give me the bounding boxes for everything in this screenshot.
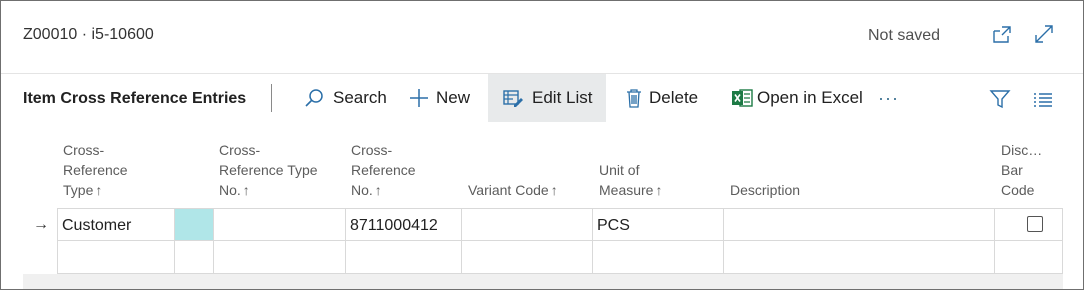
column-header-line: Measure — [599, 182, 654, 198]
column-header-line: No. — [219, 182, 241, 198]
column-header-line: Cross- — [63, 142, 105, 158]
column-header-discontinue-bar-code[interactable]: Disc… Bar Code — [1001, 140, 1042, 200]
open-in-excel-label: Open in Excel — [757, 88, 863, 107]
table-row[interactable]: → Customer 8711000412 PCS — [23, 208, 1063, 241]
current-row-arrow-icon: → — [33, 216, 49, 233]
cell-discontinue-bar-code[interactable] — [995, 241, 1063, 274]
popout-icon[interactable] — [991, 23, 1013, 45]
search-label: Search — [333, 88, 387, 107]
list-view-icon[interactable] — [1032, 88, 1054, 110]
open-in-excel-button[interactable]: Open in Excel — [731, 74, 863, 122]
filter-icon[interactable] — [989, 88, 1011, 110]
column-header-line: No. — [351, 182, 373, 198]
delete-label: Delete — [649, 88, 699, 107]
edit-list-label: Edit List — [532, 88, 593, 107]
column-header-line: Unit of — [599, 162, 640, 178]
cell-variant-code[interactable] — [462, 241, 593, 274]
cell-cross-reference-type-no[interactable] — [214, 208, 346, 241]
column-header-cross-reference-no[interactable]: Cross- Reference No. ↑ — [351, 140, 416, 200]
edit-list-button[interactable]: Edit List — [488, 74, 606, 122]
trash-icon — [627, 89, 641, 108]
column-header-line: Variant Code — [468, 182, 549, 198]
edit-list-icon — [503, 90, 523, 107]
delete-button[interactable]: Delete — [625, 74, 698, 122]
new-button[interactable]: New — [408, 74, 470, 122]
column-header-cross-reference-type[interactable]: Cross- Reference Type ↑ — [63, 140, 128, 200]
grid-header: Cross- Reference Type ↑ Cross- Reference … — [23, 123, 1063, 208]
action-bar: Item Cross Reference Entries Search New … — [1, 73, 1083, 122]
page-title: Z00010 · i5-10600 — [23, 26, 154, 43]
more-options-button[interactable]: ··· — [878, 88, 899, 109]
sort-ascending-icon: ↑ — [550, 182, 558, 198]
cell-variant-code[interactable] — [462, 208, 593, 241]
list-title: Item Cross Reference Entries — [23, 90, 247, 107]
sort-ascending-icon: ↑ — [374, 182, 382, 198]
new-label: New — [436, 88, 471, 107]
save-status: Not saved — [868, 27, 941, 44]
cell-selection-marker[interactable] — [175, 208, 214, 241]
discontinue-bar-code-checkbox[interactable] — [1027, 216, 1043, 232]
column-header-line: Reference — [351, 162, 416, 178]
cell-cross-reference-type-no[interactable] — [214, 241, 346, 274]
cell-description[interactable] — [724, 208, 995, 241]
cell-unit-of-measure[interactable]: PCS — [593, 208, 724, 241]
cell-description[interactable] — [724, 241, 995, 274]
cell-cross-reference-type[interactable] — [57, 241, 175, 274]
column-header-line: Code — [1001, 182, 1035, 198]
cell-cross-reference-no[interactable]: 8711000412 — [346, 208, 462, 241]
column-header-line: Description — [730, 182, 801, 198]
entries-grid: Cross- Reference Type ↑ Cross- Reference … — [23, 123, 1063, 289]
column-header-cross-reference-type-no[interactable]: Cross- Reference Type No. ↑ — [219, 140, 318, 200]
cell-cross-reference-no[interactable] — [346, 241, 462, 274]
expand-icon[interactable] — [1033, 23, 1055, 45]
column-header-line: Disc… — [1001, 142, 1043, 158]
column-header-line: Cross- — [351, 142, 393, 158]
column-header-description[interactable]: Description — [730, 180, 800, 200]
column-header-line: Cross- — [219, 142, 261, 158]
cell-unit-of-measure[interactable] — [593, 241, 724, 274]
cell-selection-marker[interactable] — [175, 241, 214, 274]
search-button[interactable]: Search — [303, 74, 387, 122]
cell-cross-reference-type[interactable]: Customer — [57, 208, 175, 241]
page-frame: Z00010 · i5-10600 Not saved Item Cross R… — [0, 0, 1084, 290]
column-header-line: Reference Type — [219, 162, 318, 178]
search-icon — [305, 89, 323, 107]
column-header-line: Bar — [1001, 162, 1023, 178]
sort-ascending-icon: ↑ — [655, 182, 663, 198]
table-row[interactable] — [23, 241, 1063, 274]
action-bar-divider — [271, 84, 272, 112]
sort-ascending-icon: ↑ — [95, 182, 103, 198]
excel-icon — [732, 89, 753, 107]
column-header-unit-of-measure[interactable]: Unit of Measure ↑ — [599, 160, 662, 200]
column-header-variant-code[interactable]: Variant Code ↑ — [468, 180, 558, 200]
sort-ascending-icon: ↑ — [242, 182, 250, 198]
plus-icon — [410, 89, 428, 107]
column-header-line: Reference — [63, 162, 128, 178]
column-header-line: Type — [63, 182, 94, 198]
